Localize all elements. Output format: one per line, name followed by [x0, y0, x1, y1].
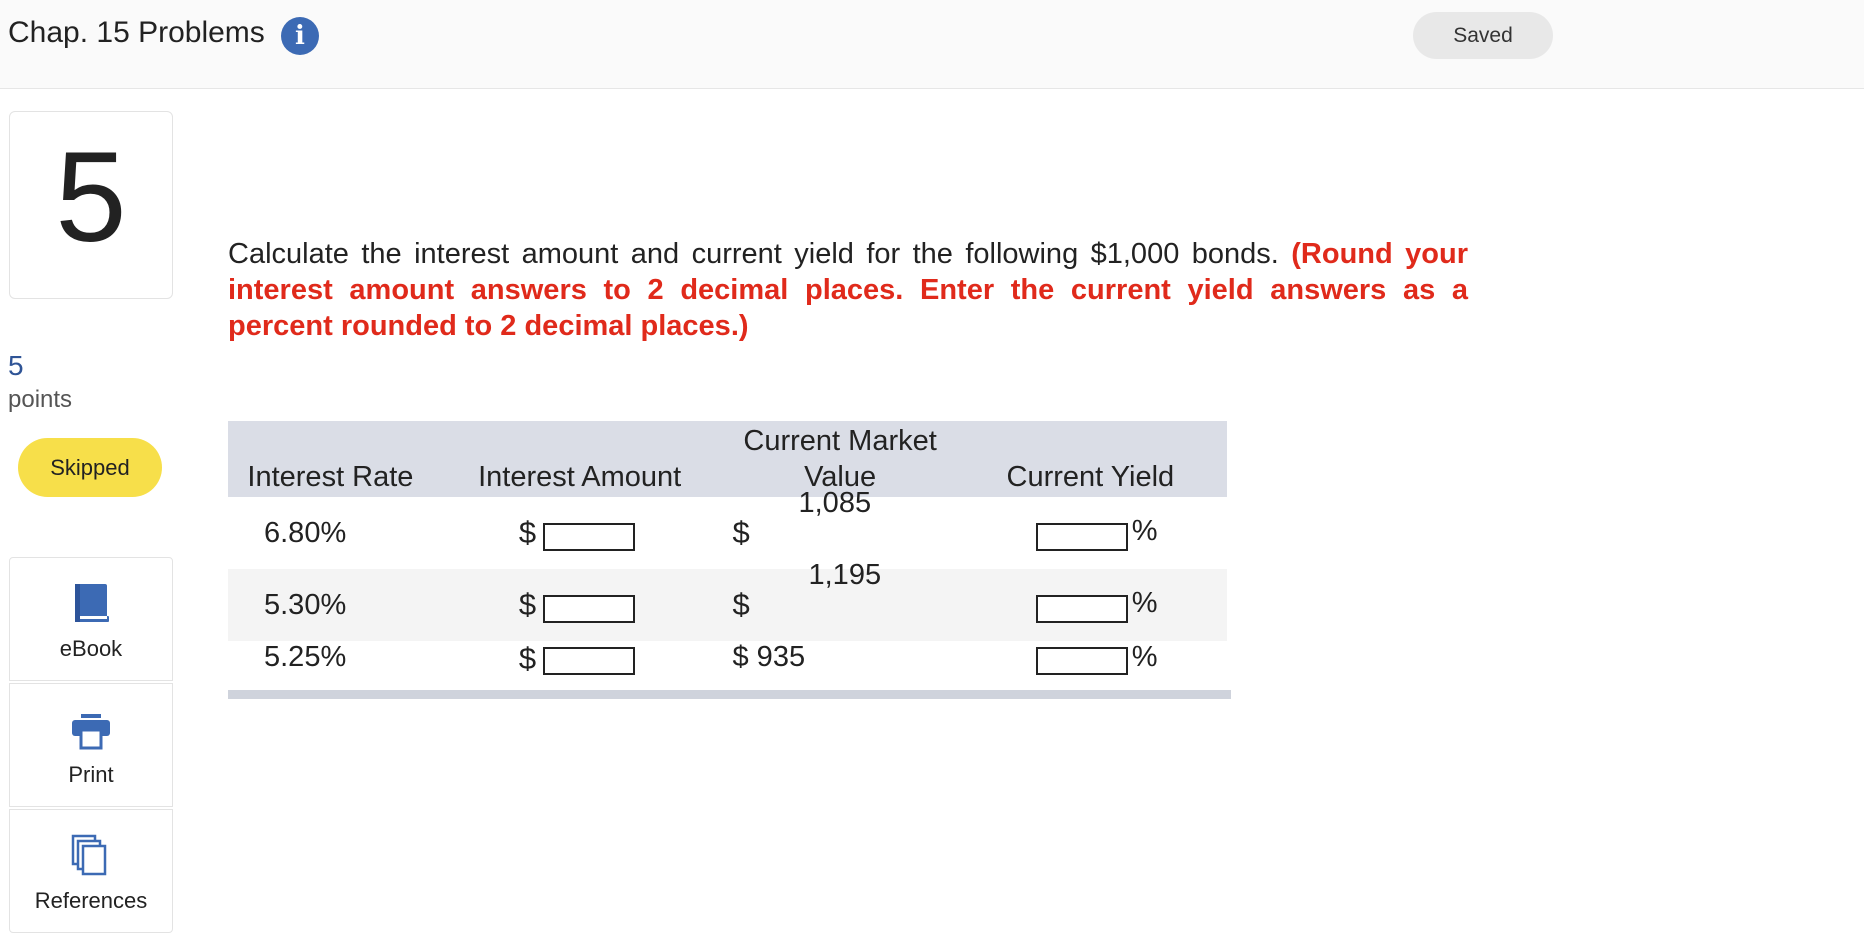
current-yield-input[interactable]	[1035, 523, 1128, 551]
currency-symbol: $	[732, 515, 750, 550]
bond-table: Interest Rate Interest Amount Current Ma…	[228, 421, 1227, 695]
currency-symbol: $	[518, 515, 537, 550]
header-bar: Chap. 15 Problems i Saved	[0, 0, 1864, 89]
question-number: 5	[55, 126, 127, 269]
references-button[interactable]: References	[9, 809, 173, 933]
book-icon	[75, 584, 109, 622]
copy-icon	[71, 834, 107, 876]
market-value-cell: $ 935	[727, 641, 954, 695]
market-value: $ 935	[732, 641, 806, 673]
saved-status-button[interactable]: Saved	[1413, 12, 1553, 59]
question-number-card: 5	[9, 111, 173, 299]
current-yield-cell: %	[954, 569, 1227, 641]
skipped-status-badge[interactable]: Skipped	[18, 438, 162, 497]
ebook-label: eBook	[59, 636, 123, 661]
interest-amount-cell: $	[433, 569, 727, 641]
table-row: 5.30% $ $ 1,195 %	[228, 559, 1227, 641]
header-interest-amount: Interest Amount	[478, 461, 682, 493]
table-row: 5.25% $ $ 935 %	[228, 641, 1227, 695]
question-text: Calculate the interest amount and curren…	[228, 238, 1279, 270]
printer-icon	[72, 714, 110, 750]
page-title: Chap. 15 Problems	[8, 16, 265, 49]
current-yield-cell: %	[954, 641, 1227, 695]
references-label: References	[34, 888, 148, 913]
interest-amount-input[interactable]	[542, 595, 635, 623]
percent-symbol: %	[1131, 587, 1158, 619]
interest-amount-cell: $	[433, 497, 727, 569]
percent-symbol: %	[1131, 515, 1158, 547]
interest-rate-cell: 5.25%	[264, 641, 347, 673]
interest-rate-cell: 5.30%	[264, 588, 347, 621]
points-value: 5	[8, 350, 24, 381]
info-icon[interactable]: i	[281, 17, 319, 55]
print-button[interactable]: Print	[9, 683, 173, 807]
points-label: points	[8, 386, 73, 413]
market-value-cell: $ 1,195	[727, 559, 954, 641]
percent-symbol: %	[1131, 641, 1158, 673]
current-yield-input[interactable]	[1035, 647, 1128, 675]
interest-amount-cell: $	[433, 641, 727, 695]
question-prompt: Calculate the interest amount and curren…	[228, 236, 1468, 344]
table-header-row: Interest Rate Interest Amount Current Ma…	[228, 421, 1227, 497]
current-yield-cell: %	[954, 497, 1227, 569]
currency-symbol: $	[518, 587, 537, 622]
print-label: Print	[68, 762, 114, 787]
current-yield-input[interactable]	[1035, 595, 1128, 623]
interest-rate-cell: 6.80%	[264, 516, 347, 549]
interest-amount-input[interactable]	[542, 647, 635, 675]
header-current-market-value: Current Market Value	[743, 425, 937, 493]
header-interest-rate: Interest Rate	[247, 461, 414, 493]
table-row: 6.80% $ $ 1,085 %	[228, 487, 1227, 569]
market-value: 1,195	[808, 559, 882, 591]
currency-symbol: $	[518, 641, 537, 676]
ebook-button[interactable]: eBook	[9, 557, 173, 681]
market-value: 1,085	[798, 487, 872, 519]
table-footer-bar	[228, 690, 1231, 699]
interest-amount-input[interactable]	[542, 523, 635, 551]
header-current-yield: Current Yield	[1006, 461, 1175, 493]
currency-symbol: $	[732, 587, 750, 622]
